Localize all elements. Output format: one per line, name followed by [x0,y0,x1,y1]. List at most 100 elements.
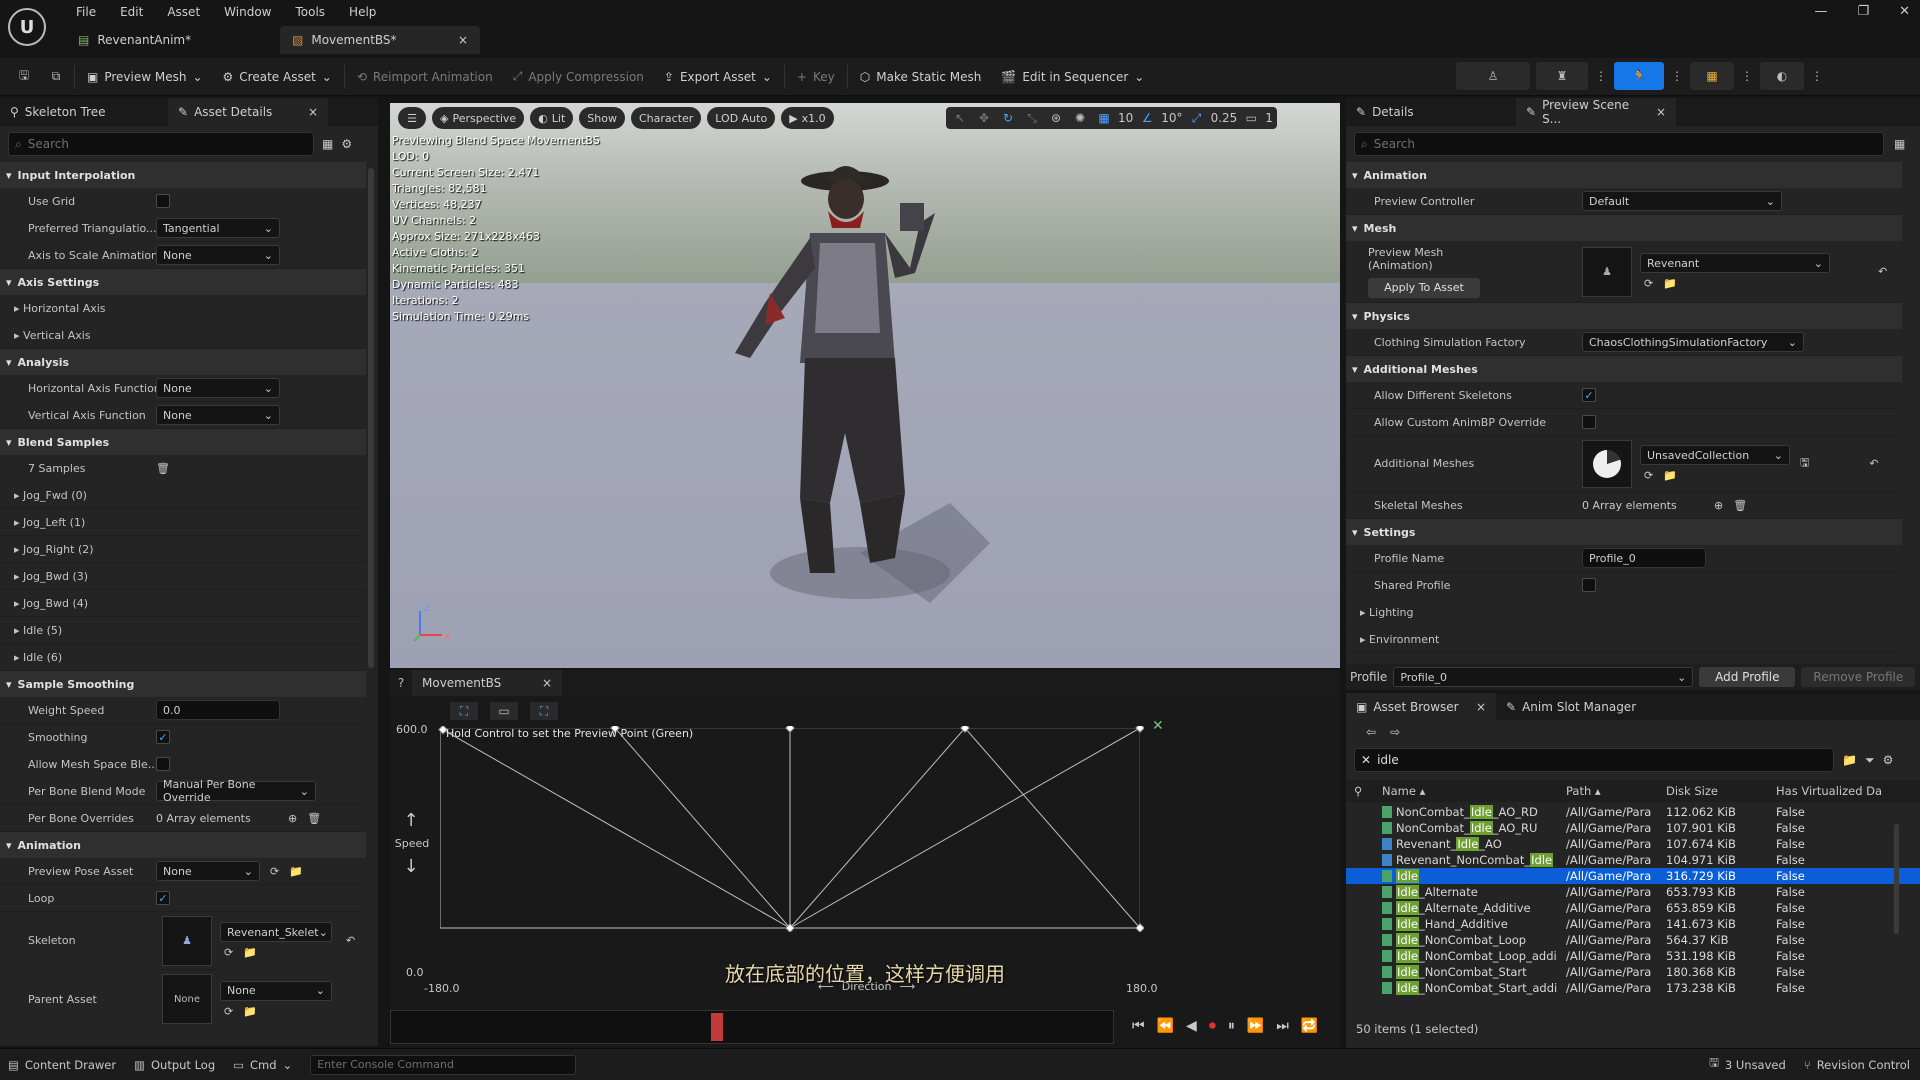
mesh-mode-icon[interactable]: ♜ [1536,62,1588,90]
category-animation[interactable]: ▾ Animation [1346,162,1902,188]
menu-edit[interactable]: Edit [108,0,155,24]
browse-icon[interactable]: 📁 [1663,469,1677,482]
close-tab-icon[interactable]: × [1476,700,1486,714]
apply-compression-button[interactable]: ⤢ Apply Compression [505,62,652,92]
more-options-icon[interactable]: ⋮ [1740,69,1754,83]
use-selected-icon[interactable]: ⟳ [270,865,279,878]
preview-scene-search-input[interactable]: ⌕ Search [1354,132,1884,156]
asset-row[interactable]: Idle_NonCombat_Loop_addi /All/Game/Para … [1346,948,1920,964]
category-header[interactable]: ▾ Input Interpolation [0,162,366,188]
browse-icon[interactable]: 📁 [289,865,303,878]
character-button[interactable]: Character [630,107,702,129]
trash-icon[interactable]: 🗑 [156,462,170,475]
property-checkbox[interactable]: ✓ [156,730,170,744]
sample-jog-right[interactable] [960,726,970,733]
show-labels-icon[interactable]: ⛶ [530,702,558,720]
property-row[interactable]: ▸ Jog_Fwd (0) [0,482,366,509]
animation-mode-icon[interactable]: 🏃 [1614,62,1664,90]
property-checkbox[interactable] [156,194,170,208]
tab-details[interactable]: ✎ Details [1346,98,1506,126]
trash-icon[interactable]: 🗑 [307,812,321,825]
key-button[interactable]: + Key [789,62,843,92]
close-window-icon[interactable]: ✕ [1899,4,1910,19]
property-checkbox[interactable]: ✓ [156,891,170,905]
scale-icon[interactable]: ⤡ [1022,111,1042,126]
viewport-menu-icon[interactable]: ☰ [398,107,426,129]
column-name[interactable]: Name ▴ [1382,784,1566,798]
tab-movementbs-graph[interactable]: MovementBS × [412,670,562,696]
column-disk-size[interactable]: Disk Size [1666,784,1776,798]
camera-speed-icon[interactable]: ▭ [1241,111,1261,125]
category-header[interactable]: ▾ Axis Settings [0,269,366,295]
revision-control-button[interactable]: ⑂ Revision Control [1804,1058,1910,1072]
reimport-animation-button[interactable]: ⟲ Reimport Animation [349,62,501,92]
property-dropdown[interactable]: None ⌄ [156,378,280,398]
allow-custom-animbp-checkbox[interactable] [1582,415,1596,429]
fit-view-icon[interactable]: ⛶ [450,702,478,720]
clothing-factory-dropdown[interactable]: ChaosClothingSimulationFactory ⌄ [1582,332,1804,352]
lod-button[interactable]: LOD Auto [707,107,776,129]
physics-mode-icon[interactable]: ◐ [1760,62,1804,90]
forward-arrow-icon[interactable]: ⇨ [1390,725,1400,739]
content-drawer-button[interactable]: ▤ Content Drawer [8,1058,116,1072]
show-button[interactable]: Show [579,107,625,129]
property-row[interactable]: ▸ Jog_Bwd (4) [0,590,366,617]
property-row[interactable]: ▸ Jog_Bwd (3) [0,563,366,590]
add-element-icon[interactable]: ⊕ [288,812,297,825]
scrollbar[interactable] [368,168,374,668]
column-path[interactable]: Path ▴ [1566,784,1666,798]
save-icon[interactable]: 🖫 [10,66,38,87]
category-mesh[interactable]: ▾ Mesh [1346,215,1902,241]
tab-revenantanim[interactable]: ▤ RevenantAnim* [66,26,276,54]
menu-file[interactable]: File [64,0,108,24]
blueprint-mode-icon[interactable]: ▦ [1690,62,1734,90]
more-options-icon[interactable]: ⋮ [1810,69,1824,83]
category-settings[interactable]: ▾ Settings [1346,519,1902,545]
category-header[interactable]: ▾ Blend Samples [0,429,366,455]
menu-asset[interactable]: Asset [155,0,212,24]
skip-to-end-icon[interactable]: ⏭ [1276,1018,1289,1034]
timeline-scrubber[interactable] [390,1010,1114,1044]
grid-view-icon[interactable]: ▦ [322,137,333,151]
asset-row[interactable]: Revenant_Idle_AO /All/Game/Para 107.674 … [1346,836,1920,852]
close-tab-icon[interactable]: × [308,105,318,119]
back-arrow-icon[interactable]: ⇦ [1366,725,1376,739]
reset-arrow-icon[interactable]: ↶ [1869,457,1878,470]
tab-anim-slot-manager[interactable]: ✎ Anim Slot Manager [1496,693,1656,721]
asset-row[interactable]: Idle_Alternate /All/Game/Para 653.793 Ki… [1346,884,1920,900]
property-row[interactable]: ▸ Idle (5) [0,617,366,644]
property-row[interactable]: ▸ Jog_Left (1) [0,509,366,536]
use-selected-icon[interactable]: ⟳ [224,1005,233,1018]
remove-profile-button[interactable]: Remove Profile [1801,667,1916,687]
tab-asset-details[interactable]: ✎ Asset Details × [168,98,328,126]
grid-view-icon[interactable]: ▦ [1894,137,1905,151]
step-forward-icon[interactable]: ⏩ [1247,1018,1264,1034]
more-options-icon[interactable]: ⋮ [1594,69,1608,83]
translate-icon[interactable]: ✥ [974,111,994,125]
use-selected-icon[interactable]: ⟳ [1644,469,1653,482]
tab-skeleton-tree[interactable]: ⚲ Skeleton Tree [0,98,168,126]
play-reverse-icon[interactable]: ◀ [1186,1018,1197,1034]
use-selected-icon[interactable]: ⟳ [1644,277,1653,290]
step-back-icon[interactable]: ⏪ [1157,1018,1174,1034]
rotate-icon[interactable]: ↻ [998,111,1018,125]
camera-speed-value[interactable]: 1 [1265,111,1273,125]
make-static-mesh-button[interactable]: ⬡ Make Static Mesh [852,62,990,92]
asset-filter-input[interactable]: ✕ idle [1354,748,1834,772]
scale-snap-value[interactable]: 0.25 [1211,111,1238,125]
details-search-input[interactable]: ⌕ Search [8,132,314,156]
use-selected-icon[interactable]: ⟳ [224,946,233,959]
select-icon[interactable]: ↖ [950,111,970,125]
browse-icon[interactable]: 📁 [243,1005,257,1018]
asset-row[interactable]: Revenant_NonCombat_Idle /All/Game/Para 1… [1346,852,1920,868]
clear-search-icon[interactable]: ✕ [1361,753,1371,767]
angle-snap-value[interactable]: 10° [1161,111,1182,125]
property-dropdown[interactable]: None ⌄ [156,245,280,265]
output-log-button[interactable]: ▥ Output Log [134,1058,215,1072]
grid-snap-icon[interactable]: ▦ [1094,111,1114,125]
tab-asset-browser[interactable]: ▣ Asset Browser × [1346,693,1496,721]
property-row[interactable]: ▸ Vertical Axis [0,322,366,349]
settings-icon[interactable]: ⚙ [1883,753,1894,767]
reset-arrow-icon[interactable]: ↶ [1878,265,1887,278]
menu-tools[interactable]: Tools [283,0,337,24]
